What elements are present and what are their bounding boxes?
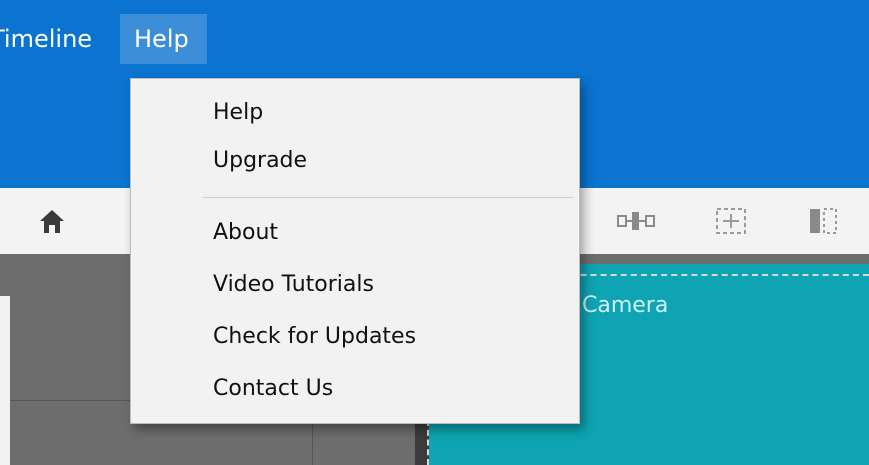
menu-item-video-tutorials[interactable]: Video Tutorials bbox=[213, 265, 374, 305]
fit-frame-icon[interactable] bbox=[714, 206, 748, 236]
align-icon[interactable] bbox=[806, 206, 840, 236]
menu-item-upgrade[interactable]: Upgrade bbox=[213, 141, 307, 181]
menu-help[interactable]: Help bbox=[120, 14, 207, 64]
menu-item-about[interactable]: About bbox=[213, 213, 278, 253]
split-track-icon[interactable] bbox=[616, 206, 658, 236]
home-icon[interactable] bbox=[38, 206, 66, 236]
menu-separator bbox=[203, 197, 573, 198]
left-panel-edge bbox=[0, 296, 10, 465]
menu-timeline[interactable]: Timeline bbox=[0, 14, 102, 64]
camera-label: Camera bbox=[582, 293, 669, 318]
menu-item-help[interactable]: Help bbox=[213, 93, 263, 133]
help-dropdown-menu: Help Upgrade About Video Tutorials Check… bbox=[130, 78, 580, 424]
menu-item-check-for-updates[interactable]: Check for Updates bbox=[213, 317, 416, 357]
menu-item-contact-us[interactable]: Contact Us bbox=[213, 369, 333, 409]
